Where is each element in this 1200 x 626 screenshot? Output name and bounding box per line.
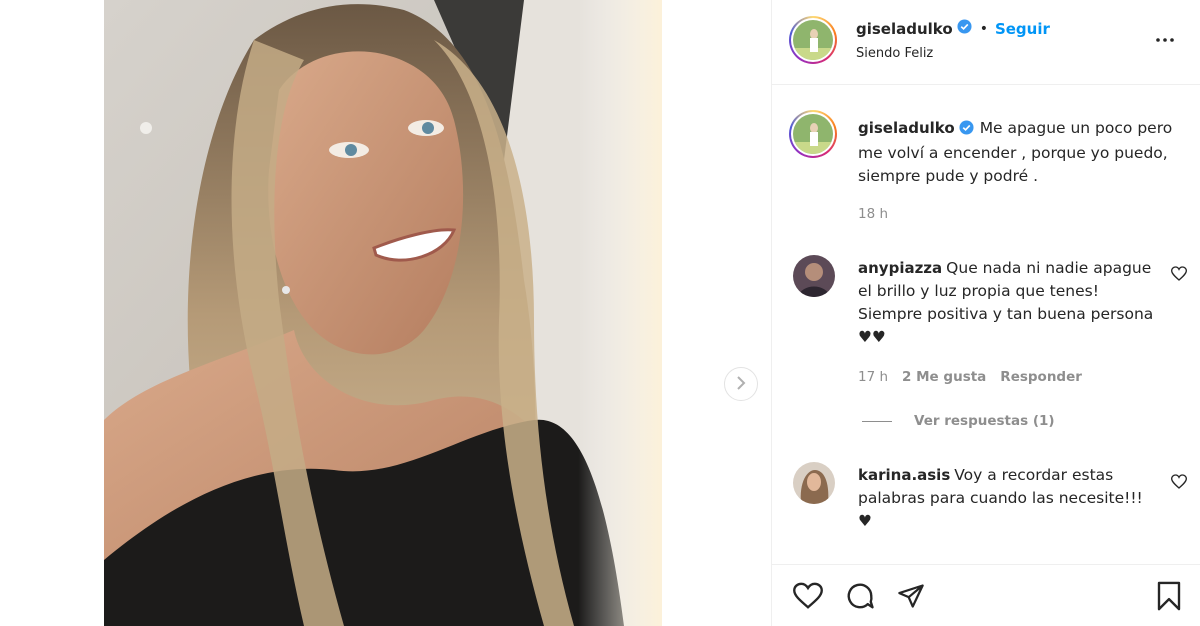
post-action-bar: [772, 564, 1200, 626]
view-replies-button[interactable]: Ver respuestas (1): [862, 413, 1055, 429]
chevron-right-icon: [735, 375, 747, 394]
reply-button[interactable]: Responder: [1000, 369, 1082, 385]
comment-meta: 17 h 2 Me gusta Responder: [858, 369, 1082, 385]
header-separator: •: [979, 20, 988, 37]
comment-time[interactable]: 17 h: [858, 369, 888, 385]
post-photo[interactable]: [104, 0, 662, 626]
view-replies-divider: [862, 420, 892, 422]
location-label[interactable]: Siendo Feliz: [856, 46, 933, 61]
caption-time[interactable]: 18 h: [858, 206, 888, 222]
commenter-avatar[interactable]: [793, 255, 835, 297]
post-media-area: [0, 0, 771, 626]
comment-like-icon[interactable]: [1170, 474, 1188, 490]
post-side-panel: giseladulko • Seguir Siendo Feliz gisela…: [771, 0, 1200, 626]
more-options-icon[interactable]: [1155, 32, 1175, 48]
caption-username[interactable]: giseladulko: [858, 119, 955, 137]
paper-plane-icon[interactable]: [894, 579, 928, 613]
post-header: giseladulko • Seguir Siendo Feliz: [772, 0, 1200, 85]
comment-like-icon[interactable]: [1170, 266, 1188, 282]
avatar[interactable]: [789, 16, 837, 64]
caption-avatar[interactable]: [789, 110, 837, 158]
commenter-avatar[interactable]: [793, 462, 835, 504]
comment-text-block: karina.asis Voy a recordar estas palabras…: [858, 464, 1158, 533]
view-replies-label: Ver respuestas (1): [914, 413, 1055, 429]
comment-username[interactable]: anypiazza: [858, 259, 942, 277]
comments-list: giseladulko Me apague un poco pero me vol…: [772, 86, 1200, 564]
follow-button[interactable]: Seguir: [995, 20, 1050, 38]
next-photo-button[interactable]: [724, 367, 758, 401]
verified-badge-icon: [959, 119, 974, 142]
caption-meta: 18 h: [858, 206, 888, 222]
header-username[interactable]: giseladulko: [856, 20, 953, 38]
bookmark-icon[interactable]: [1152, 579, 1186, 613]
comment-likes-count[interactable]: 2 Me gusta: [902, 369, 986, 385]
heart-icon[interactable]: [791, 579, 825, 613]
comment-username[interactable]: karina.asis: [858, 466, 950, 484]
comment-text-block: anypiazza Que nada ni nadie apague el bri…: [858, 257, 1158, 349]
comment-icon[interactable]: [843, 579, 877, 613]
verified-badge-icon: [957, 19, 972, 38]
caption-text-block: giseladulko Me apague un poco pero me vol…: [858, 117, 1188, 188]
